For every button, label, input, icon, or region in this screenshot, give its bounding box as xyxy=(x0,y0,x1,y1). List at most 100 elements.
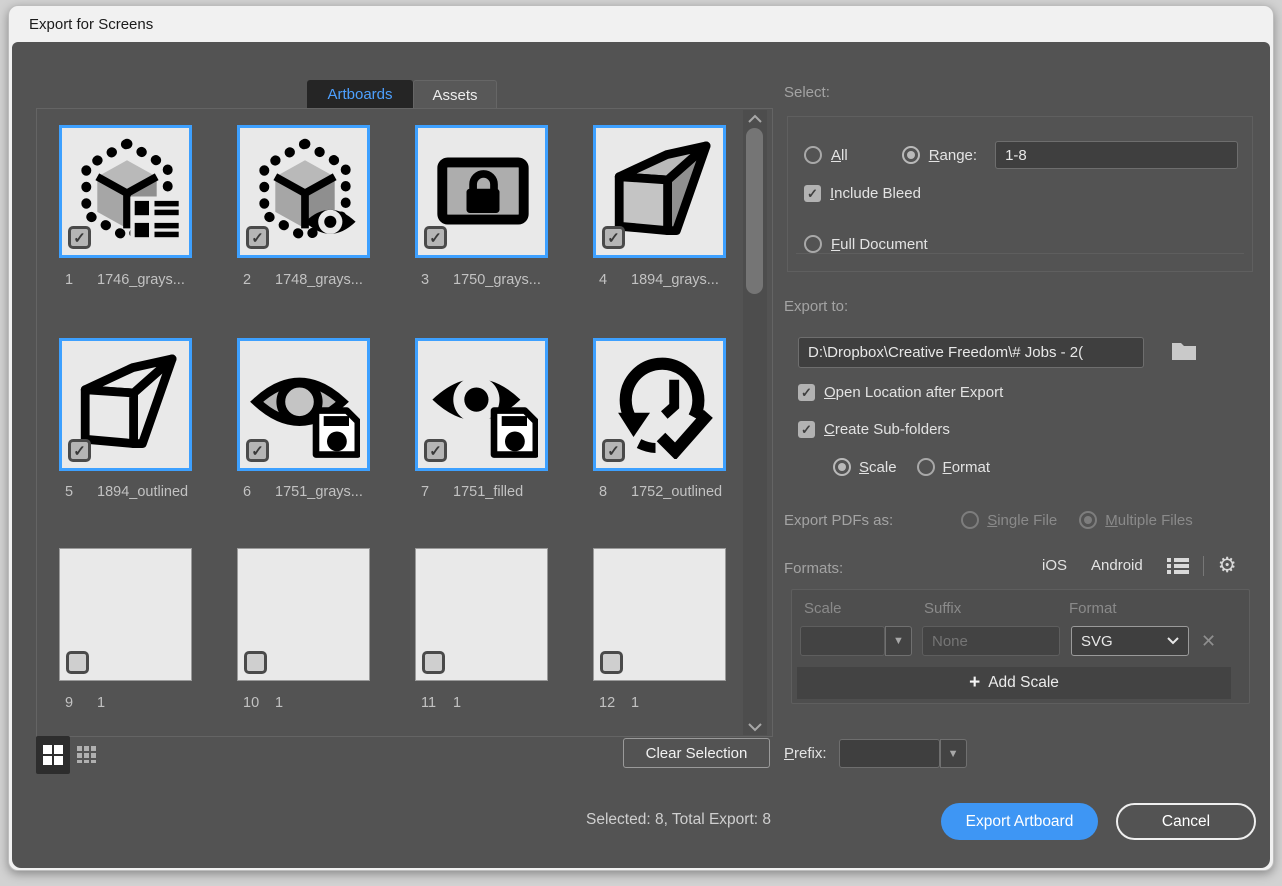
tab-artboards-label: Artboards xyxy=(327,86,392,103)
cancel-button[interactable]: Cancel xyxy=(1116,803,1256,840)
export-to-label: Export to: xyxy=(784,298,848,315)
dialog-titlebar: Export for Screens xyxy=(9,6,1273,42)
scale-column-header: Scale xyxy=(804,600,842,617)
export-pdfs-label: Export PDFs as: xyxy=(784,512,893,529)
selection-status: Selected: 8, Total Export: 8 xyxy=(546,811,771,829)
plus-icon: + xyxy=(969,672,980,694)
artboard-name: 1 xyxy=(275,695,283,713)
artboard-label: 21748_grays... xyxy=(237,272,363,290)
tab-assets-label: Assets xyxy=(432,87,477,104)
range-radio-label: Range: xyxy=(929,147,977,164)
artboard-thumbnail-5[interactable]: ✓ xyxy=(59,338,192,471)
remove-format-button: ✕ xyxy=(1201,631,1216,652)
scroll-up-icon[interactable] xyxy=(743,110,767,126)
open-location-label: Open Location after Export xyxy=(824,384,1003,401)
scroll-down-icon[interactable] xyxy=(743,719,767,735)
format-list-button[interactable] xyxy=(1167,557,1189,575)
suffix-column-header: Suffix xyxy=(924,600,961,617)
scale-dropdown-button: ▼ xyxy=(885,626,912,656)
include-bleed-label: Include Bleed xyxy=(830,185,921,202)
format-settings-button[interactable]: ⚙ xyxy=(1218,555,1237,576)
export-artboard-button[interactable]: Export Artboard xyxy=(941,803,1098,840)
artboard-name: 1748_grays... xyxy=(275,272,363,290)
subfolder-format-label: Format xyxy=(943,459,991,476)
browse-folder-button[interactable] xyxy=(1171,339,1197,366)
ios-preset-button[interactable]: iOS xyxy=(1042,557,1067,574)
artboard-thumbnail-7[interactable]: ✓ xyxy=(415,338,548,471)
artboard-thumbnail-6[interactable]: ✓ xyxy=(237,338,370,471)
artboard-label: 81752_outlined xyxy=(593,484,722,502)
android-preset-button[interactable]: Android xyxy=(1091,557,1143,574)
artboard-label: 101 xyxy=(237,695,283,713)
artboard-name: 1746_grays... xyxy=(97,272,185,290)
artboard-thumbnail-4[interactable]: ✓ xyxy=(593,125,726,258)
prefix-label: Prefix: xyxy=(784,745,827,762)
select-options-box: All Range: ✓ Include Bleed Full Document xyxy=(787,116,1253,272)
range-radio[interactable] xyxy=(902,146,920,164)
clear-selection-button[interactable]: Clear Selection xyxy=(623,738,770,768)
multiple-files-radio xyxy=(1079,511,1097,529)
artboard-thumbnail-2[interactable]: ✓ xyxy=(237,125,370,258)
artboard-checkbox[interactable]: ✓ xyxy=(602,226,625,249)
artboard-checkbox[interactable]: ✓ xyxy=(424,226,447,249)
format-column-header: Format xyxy=(1069,600,1117,617)
range-input[interactable] xyxy=(995,141,1238,169)
artboard-grid: ✓ ✓ ✓ xyxy=(36,108,773,737)
artboard-checkbox[interactable] xyxy=(422,651,445,674)
create-subfolders-checkbox[interactable]: ✓ xyxy=(798,421,815,438)
large-thumbnail-view-button[interactable] xyxy=(36,736,70,774)
export-for-screens-dialog: Export for Screens Artboards Assets xyxy=(8,5,1274,871)
artboard-thumbnail-11[interactable] xyxy=(415,548,548,681)
artboard-checkbox[interactable]: ✓ xyxy=(424,439,447,462)
artboard-checkbox[interactable] xyxy=(600,651,623,674)
artboard-label: 51894_outlined xyxy=(59,484,188,502)
open-location-checkbox[interactable]: ✓ xyxy=(798,384,815,401)
artboard-thumbnail-3[interactable]: ✓ xyxy=(415,125,548,258)
export-path-input[interactable] xyxy=(798,337,1144,368)
add-scale-button[interactable]: + Add Scale xyxy=(797,667,1231,699)
tab-assets[interactable]: Assets xyxy=(413,80,497,109)
artboard-thumbnail-10[interactable] xyxy=(237,548,370,681)
divider xyxy=(1203,556,1204,576)
artboard-checkbox[interactable] xyxy=(66,651,89,674)
add-scale-label: Add Scale xyxy=(988,674,1059,692)
small-grid-icon xyxy=(76,744,98,766)
single-file-label: Single File xyxy=(987,512,1057,529)
artboard-name: 1894_grays... xyxy=(631,272,719,290)
artboard-checkbox[interactable]: ✓ xyxy=(246,226,269,249)
subfolder-format-radio[interactable] xyxy=(917,458,935,476)
prefix-dropdown-button[interactable]: ▼ xyxy=(940,739,967,768)
all-radio-label: All xyxy=(831,147,848,164)
artboard-name: 1751_grays... xyxy=(275,484,363,502)
artboard-thumbnail-12[interactable] xyxy=(593,548,726,681)
list-view-icon xyxy=(1167,557,1189,575)
dialog-title: Export for Screens xyxy=(29,16,153,33)
artboard-checkbox[interactable]: ✓ xyxy=(68,226,91,249)
full-document-radio[interactable] xyxy=(804,235,822,253)
artboard-label: 71751_filled xyxy=(415,484,523,502)
artboard-checkbox[interactable] xyxy=(244,651,267,674)
formats-panel: Scale Suffix Format ▼ SVG ✕ + Add Scale xyxy=(791,589,1250,704)
include-bleed-checkbox[interactable]: ✓ xyxy=(804,185,821,202)
artboard-label: 91 xyxy=(59,695,105,713)
artboard-name: 1750_grays... xyxy=(453,272,541,290)
scrollbar-thumb[interactable] xyxy=(746,128,763,294)
large-grid-icon xyxy=(42,744,64,766)
artboard-thumbnail-1[interactable]: ✓ xyxy=(59,125,192,258)
scale-value-field xyxy=(800,626,885,656)
artboard-thumbnail-8[interactable]: ✓ xyxy=(593,338,726,471)
format-select[interactable]: SVG xyxy=(1071,626,1189,656)
all-radio[interactable] xyxy=(804,146,822,164)
artboard-name: 1894_outlined xyxy=(97,484,188,502)
subfolder-scale-radio[interactable] xyxy=(833,458,851,476)
artboard-checkbox[interactable]: ✓ xyxy=(68,439,91,462)
tab-artboards[interactable]: Artboards xyxy=(307,80,413,109)
prefix-input[interactable] xyxy=(839,739,940,768)
suffix-input[interactable] xyxy=(922,626,1060,656)
chevron-down-icon xyxy=(1167,637,1179,645)
artboard-thumbnail-9[interactable] xyxy=(59,548,192,681)
artboard-checkbox[interactable]: ✓ xyxy=(246,439,269,462)
artboard-checkbox[interactable]: ✓ xyxy=(602,439,625,462)
small-thumbnail-view-button[interactable] xyxy=(70,736,104,774)
grid-scrollbar[interactable] xyxy=(743,110,767,735)
